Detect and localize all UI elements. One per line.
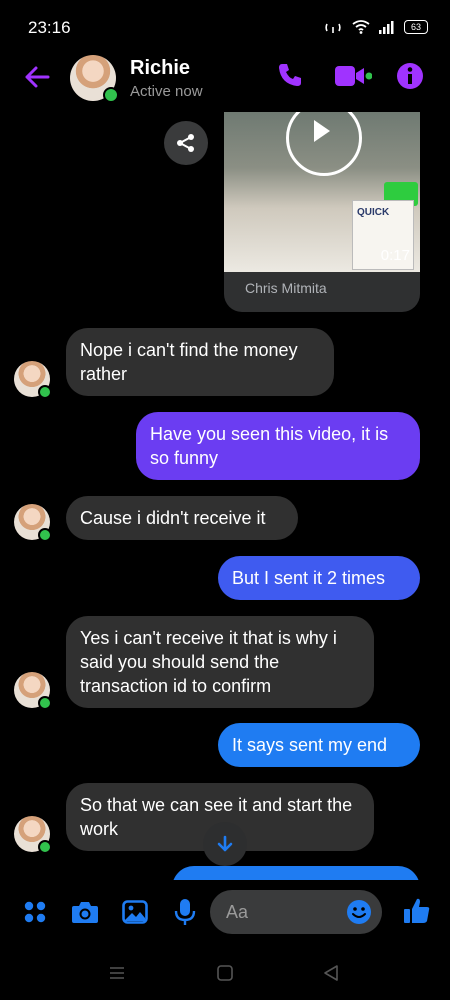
contact-status: Active now [130,83,203,100]
video-box-label: QUICK [357,207,390,218]
contact-name[interactable]: Richie [130,57,190,80]
message-bubble-received[interactable]: Yes i can't receive it that is why i sai… [66,616,374,708]
message-bubble-sent[interactable]: Have you seen this video, it is so funny [136,412,420,480]
online-indicator [38,840,52,854]
video-duration: 0:17 [380,247,410,264]
home-square-icon [217,965,233,981]
phone-icon[interactable] [276,61,304,89]
emoji-icon[interactable] [346,899,372,925]
camera-button[interactable] [70,897,100,927]
scroll-down-icon [217,835,233,852]
signal-icon [379,21,394,34]
message-bubble-received[interactable]: Nope i can't find the money rather [66,328,334,396]
like-icon[interactable] [402,896,432,926]
gallery-icon [122,900,148,924]
microphone-button[interactable] [170,897,200,927]
apps-button[interactable] [20,897,50,927]
online-indicator [103,87,119,103]
video-call-icon[interactable] [334,63,372,89]
menu-lines-icon [110,967,124,979]
microphone-icon [174,899,196,925]
message-bubble-sent[interactable]: It says sent my end [218,723,420,767]
share-button[interactable] [164,121,208,165]
status-time: 23:16 [28,18,71,37]
message-bubble-received[interactable]: Cause i didn't receive it [66,496,298,540]
back-triangle-icon [324,965,338,981]
gallery-button[interactable] [120,897,150,927]
info-icon[interactable] [396,62,424,90]
message-bubble-sent[interactable]: But I sent it 2 times [218,556,420,600]
video-caption: Chris Mitmita [245,280,327,296]
status-icons: 63 [322,20,428,34]
online-indicator [38,385,52,399]
video-thumbnail[interactable]: QUICK 0:17 [224,112,420,272]
battery-indicator: 63 [404,20,428,34]
online-indicator [38,528,52,542]
camera-icon [72,902,98,923]
play-icon[interactable] [314,120,330,142]
share-icon [177,134,194,152]
apps-icon [24,901,46,923]
nav-back-button[interactable] [318,960,344,986]
scroll-down-button[interactable] [203,822,247,866]
nav-home-button[interactable] [212,960,238,986]
nav-recents-button[interactable] [104,960,130,986]
hotspot-icon [325,23,341,33]
wifi-icon [352,20,370,34]
online-indicator [38,696,52,710]
back-arrow-icon[interactable] [22,62,52,92]
